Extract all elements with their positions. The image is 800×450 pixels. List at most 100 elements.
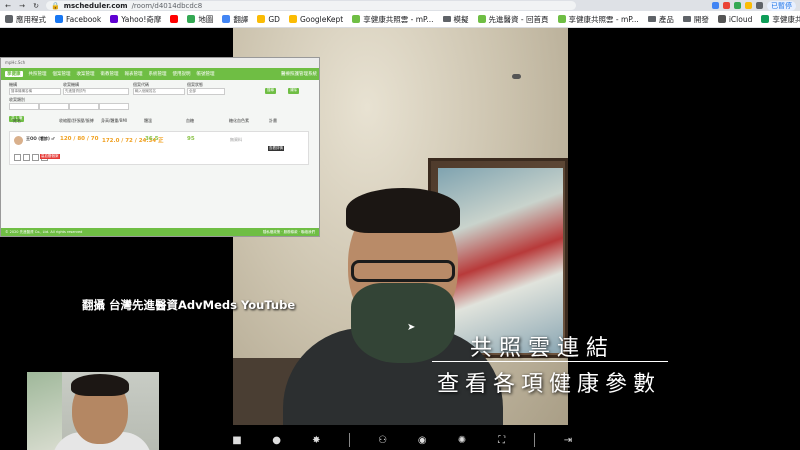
fullscreen-button[interactable]: ⛶ <box>495 433 509 447</box>
address-bar[interactable]: 🔒 mscheduler.com/room/d4014dbcdc8 <box>46 1 576 10</box>
table-row[interactable]: 王OO (看診) ♂ 120 / 80 / 70 172.0 / 72 / 24… <box>9 131 309 165</box>
bookmark-label: 享健康共照雲帳號... <box>772 14 800 24</box>
bookmark-item[interactable]: 享健康共照雲 - mP... <box>352 14 434 25</box>
share-nav-item[interactable]: 共照管理 <box>29 71 47 77</box>
self-view-background <box>27 372 62 450</box>
share-table-header: 姓名 收縮壓/舒張壓/脈搏 身高/體重/BMI 體溫 血糖 糖化血色素 計畫 <box>1 118 319 130</box>
message-icon[interactable] <box>32 154 39 161</box>
lock-icon: 🔒 <box>51 1 60 10</box>
col-header: 姓名 <box>13 118 21 123</box>
filter-input[interactable]: 輸入個案姓名 <box>133 88 185 95</box>
toolbar-separator <box>348 433 350 447</box>
url-path: /room/d4014dbcdc8 <box>131 1 203 10</box>
person-hair <box>346 188 460 233</box>
keep-icon <box>288 15 297 23</box>
share-brand-logo: 享健康 <box>5 71 23 77</box>
bookmark-label: 開發 <box>693 14 709 24</box>
share-nav-item[interactable]: 報表管理 <box>125 71 143 77</box>
bookmark-item[interactable] <box>170 15 179 23</box>
bookmark-label: 應用程式 <box>16 14 46 24</box>
mic-button[interactable]: ● <box>270 433 284 447</box>
sheet-icon <box>761 15 770 23</box>
forward-icon[interactable]: → <box>18 2 26 10</box>
share-nav-item[interactable]: 帳號管理 <box>197 71 215 77</box>
reload-icon[interactable]: ↻ <box>32 2 40 10</box>
search-button[interactable]: 搜尋 <box>265 88 276 94</box>
extension-icon[interactable] <box>712 2 719 9</box>
self-view-video[interactable] <box>27 372 159 450</box>
bookmark-label: GoogleKept <box>299 14 344 24</box>
filter-select[interactable]: 全部 <box>187 88 225 95</box>
avatar <box>14 136 23 145</box>
reset-button[interactable]: 清除 <box>288 88 299 94</box>
share-footer-left: © 2020 先進醫資 Co., Ltd. All rights reserve… <box>5 230 83 234</box>
puzzle-icon[interactable] <box>756 2 763 9</box>
share-nav-item[interactable]: 個案管理 <box>53 71 71 77</box>
back-icon[interactable]: ← <box>4 2 12 10</box>
bookmark-item[interactable]: Yahoo!奇摩 <box>110 14 161 25</box>
filter-select[interactable] <box>39 103 69 110</box>
share-nav-right[interactable]: 醫療照護管理系統 <box>281 71 317 77</box>
mp-icon <box>352 15 361 23</box>
bookmark-label: 先進醫資 - 回首頁 <box>488 14 549 24</box>
url-domain: mscheduler.com <box>63 1 128 10</box>
col-header: 體溫 <box>144 118 152 123</box>
video-artifact <box>512 74 521 79</box>
edit-icon[interactable] <box>14 154 21 161</box>
col-header: 計畫 <box>269 118 277 123</box>
share-nav-item[interactable]: 收案管理 <box>77 71 95 77</box>
bookmark-item[interactable]: 翻譯 <box>222 14 248 25</box>
filter-input[interactable]: 醫事機構名稱 <box>9 88 61 95</box>
folder-icon <box>442 16 451 22</box>
effects-button[interactable]: ✺ <box>455 433 469 447</box>
record-button[interactable]: ◉ <box>415 433 429 447</box>
camera-button[interactable]: ■ <box>230 433 244 447</box>
leave-button[interactable]: ⇥ <box>561 433 575 447</box>
bookmark-label: Facebook <box>66 14 102 24</box>
bookmark-label: iCloud <box>728 14 753 24</box>
extension-icon[interactable] <box>723 2 730 9</box>
bookmark-item[interactable]: Facebook <box>55 15 101 24</box>
gear-icon: ✸ <box>312 434 321 446</box>
bookmark-item[interactable]: iCloud <box>717 14 753 24</box>
settings-button[interactable]: ✸ <box>309 433 323 447</box>
extension-icon[interactable] <box>745 2 752 9</box>
temperature-value: 36.5 <box>145 136 159 142</box>
bookmark-item[interactable]: 享健康共照雲 - mP... <box>557 14 639 25</box>
chart-icon[interactable] <box>23 154 30 161</box>
participants-button[interactable]: ⚇ <box>376 433 390 447</box>
share-footer-right[interactable]: 隱私權政策 · 服務條款 · 聯絡我們 <box>263 230 315 235</box>
bookmark-item[interactable]: GD <box>257 15 280 24</box>
bookmark-item[interactable]: 地圖 <box>187 14 213 25</box>
bookmark-item[interactable]: 產品 <box>647 14 674 25</box>
advmeds-icon <box>477 15 486 23</box>
filter-select[interactable] <box>99 103 129 110</box>
bookmark-item[interactable]: 模擬 <box>442 14 469 25</box>
col-header: 收縮壓/舒張壓/脈搏 <box>59 118 94 123</box>
share-nav-item[interactable]: 系統管理 <box>149 71 167 77</box>
hba1c-value: 無資料 <box>230 137 242 142</box>
filter-input[interactable]: 先進醫資診所 <box>63 88 129 95</box>
col-header: 糖化血色素 <box>229 118 249 123</box>
bookmark-item[interactable]: 享健康共照雲帳號... <box>761 14 800 25</box>
people-icon: ⚇ <box>378 434 388 446</box>
share-nav-item[interactable]: 使用說明 <box>173 71 191 77</box>
blood-pressure-value: 120 / 80 / 70 <box>60 136 99 142</box>
filter-select[interactable] <box>9 103 39 110</box>
bookmark-item[interactable]: GoogleKept <box>288 14 344 24</box>
extension-icon[interactable] <box>734 2 741 9</box>
share-search-form: 機構 醫事機構名稱 收案機構 先進醫資診所 個案代碼 輸入個案姓名 個案狀態 全… <box>1 82 319 112</box>
profile-paused-badge[interactable]: 已暫停 <box>767 0 796 11</box>
share-tab-label: mpHc.Sch <box>5 60 26 65</box>
share-nav-item[interactable]: 衛教管理 <box>101 71 119 77</box>
bookmark-item[interactable]: 先進醫資 - 回首頁 <box>477 14 549 25</box>
share-tab-bar: mpHc.Sch <box>1 58 319 68</box>
bookmark-item[interactable]: 開發 <box>682 14 709 25</box>
person-glasses <box>351 260 455 282</box>
bookmark-item[interactable]: 應用程式 <box>5 14 46 25</box>
fullscreen-icon: ⛶ <box>498 434 506 446</box>
patient-name[interactable]: 王OO (看診) ♂ <box>26 136 55 142</box>
filter-select[interactable] <box>69 103 99 110</box>
detail-badge[interactable]: 查看詳情 <box>268 146 284 151</box>
camera-icon: ■ <box>232 434 242 446</box>
